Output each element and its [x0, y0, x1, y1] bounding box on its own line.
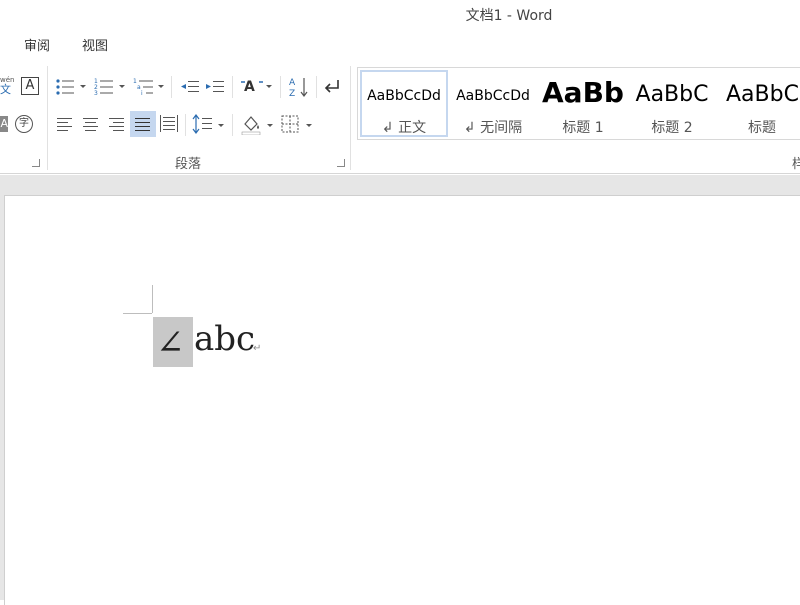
align-right-icon[interactable]	[108, 116, 126, 132]
show-paragraph-marks-icon[interactable]	[322, 77, 342, 97]
enclose-characters-button[interactable]: 字	[15, 115, 33, 133]
character-shading-button[interactable]: A	[0, 116, 8, 132]
style-heading-1[interactable]: AaBb 标题 1	[539, 70, 627, 137]
style-name: 标题 1	[562, 120, 604, 136]
align-center-icon[interactable]	[82, 116, 100, 132]
toolbar-separator	[232, 114, 233, 136]
toolbar-separator	[280, 76, 281, 98]
style-name: 标题	[748, 120, 776, 136]
margin-corner-mark	[123, 313, 152, 314]
enclose-characters-char: 字	[19, 118, 29, 129]
numbering-icon[interactable]: 1 2 3	[94, 77, 116, 97]
svg-text:i: i	[141, 90, 143, 97]
svg-text:3: 3	[94, 90, 98, 97]
style-heading-2[interactable]: AaBbC 标题 2	[628, 70, 716, 137]
selected-angle-symbol[interactable]: ∠	[153, 317, 193, 367]
chinese-layout-icon[interactable]: A	[240, 76, 264, 98]
multilevel-list-dropdown-icon[interactable]	[158, 85, 164, 88]
phonetic-guide-char: 文	[0, 83, 11, 96]
style-preview: AaBbC	[726, 82, 799, 107]
font-dialog-launcher-icon[interactable]	[32, 159, 40, 167]
style-no-spacing[interactable]: AaBbCcDd ↲ 无间隔	[449, 70, 537, 137]
style-preview: AaBbC	[635, 82, 709, 107]
toolbar-separator	[171, 76, 172, 98]
borders-dropdown-icon[interactable]	[306, 124, 312, 127]
character-shading-letter: A	[0, 117, 8, 130]
toolbar-separator	[316, 76, 317, 98]
style-name: ↲ 无间隔	[463, 120, 523, 136]
tab-view[interactable]: 视图	[82, 35, 108, 54]
shading-dropdown-icon[interactable]	[267, 124, 273, 127]
svg-text:Z: Z	[289, 89, 295, 99]
paragraph-dialog-launcher-icon[interactable]	[337, 159, 345, 167]
line-spacing-icon[interactable]	[192, 114, 214, 134]
style-name: 标题 2	[651, 120, 693, 136]
decrease-indent-icon[interactable]	[180, 78, 200, 96]
paragraph-group-label: 段落	[175, 157, 202, 172]
toolbar-separator	[185, 114, 186, 136]
styles-group-label: 样	[792, 157, 800, 172]
justify-icon	[135, 118, 150, 131]
style-name: ↲ 正文	[381, 120, 427, 136]
line-spacing-dropdown-icon[interactable]	[218, 124, 224, 127]
sort-icon[interactable]: A Z	[288, 75, 310, 99]
multilevel-list-icon[interactable]: 1 a i	[133, 77, 157, 97]
shading-icon[interactable]	[240, 113, 264, 135]
justify-button[interactable]	[130, 111, 156, 137]
style-normal[interactable]: AaBbCcDd ↲ 正文	[360, 70, 448, 137]
document-area	[0, 175, 800, 605]
styles-gallery: AaBbCcDd ↲ 正文 AaBbCcDd ↲ 无间隔 AaBb 标题 1 A…	[357, 67, 800, 140]
margin-corner-mark	[152, 285, 153, 313]
document-page[interactable]	[4, 195, 800, 605]
borders-icon[interactable]	[281, 115, 301, 135]
title-bar: 文档1 - Word	[0, 0, 800, 30]
character-border-button[interactable]: A	[21, 77, 39, 95]
tab-review[interactable]: 审阅	[24, 35, 50, 54]
increase-indent-icon[interactable]	[205, 78, 225, 96]
paragraph-mark: ↵	[253, 343, 262, 354]
style-preview: AaBbCcDd	[456, 88, 530, 104]
bullets-dropdown-icon[interactable]	[80, 85, 86, 88]
window-title: 文档1 - Word	[465, 8, 553, 24]
chinese-layout-dropdown-icon[interactable]	[266, 85, 272, 88]
style-preview: AaBb	[542, 76, 624, 109]
numbering-dropdown-icon[interactable]	[119, 85, 125, 88]
phonetic-guide-button[interactable]: wén 文	[0, 76, 14, 98]
style-title[interactable]: AaBbC 标题	[718, 70, 800, 137]
bullets-icon[interactable]	[55, 77, 77, 97]
character-border-letter: A	[25, 78, 35, 93]
svg-text:A: A	[244, 79, 255, 95]
distributed-align-icon[interactable]	[159, 114, 179, 134]
align-left-icon[interactable]	[56, 116, 74, 132]
group-separator	[350, 66, 351, 170]
svg-text:A: A	[289, 78, 296, 88]
group-separator	[47, 66, 48, 170]
toolbar-separator	[232, 76, 233, 98]
angle-symbol-text: ∠	[156, 323, 185, 363]
style-preview: AaBbCcDd	[367, 88, 441, 104]
document-text[interactable]: abc	[194, 319, 255, 359]
